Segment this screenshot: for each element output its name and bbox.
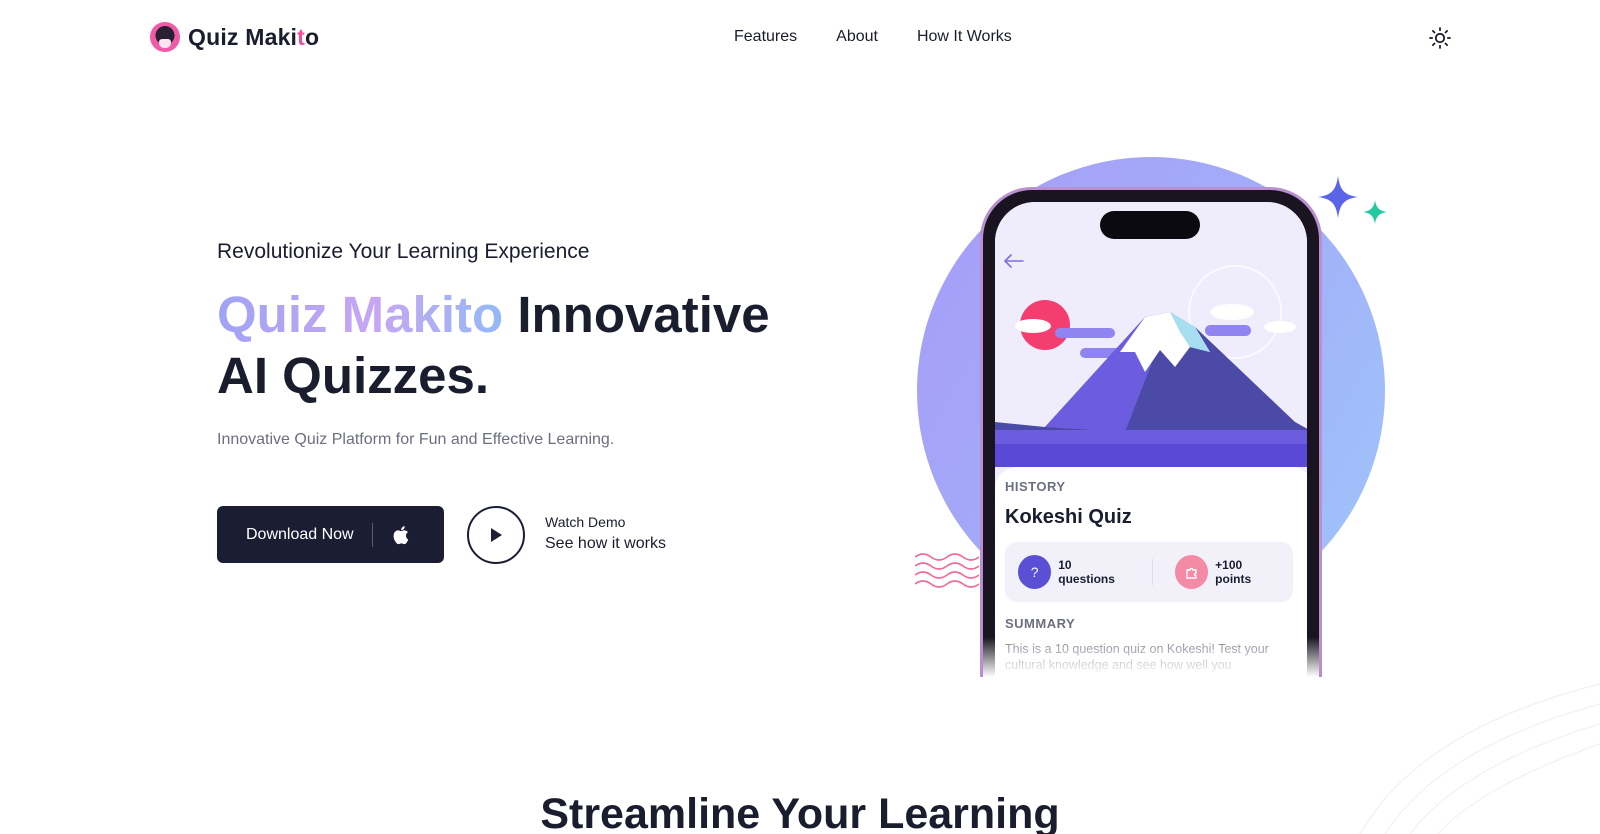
- play-icon: [491, 528, 502, 542]
- theme-toggle-button[interactable]: [1428, 26, 1452, 50]
- headline-brand: Quiz Makito: [217, 286, 504, 343]
- watch-demo-button[interactable]: [467, 506, 525, 564]
- mount-fuji-illustration: [995, 202, 1307, 467]
- questions-count: 10 questions: [1058, 558, 1115, 586]
- sparkle-small-icon: [1363, 200, 1387, 224]
- sparkle-icon: [1318, 176, 1358, 218]
- quiz-stats: ? 10 questions +100 points: [1005, 542, 1293, 602]
- button-divider: [371, 522, 373, 547]
- main-nav: Features About How It Works: [734, 28, 1012, 46]
- phone-screen: HISTORY Kokeshi Quiz ? 10 questions +100…: [995, 202, 1307, 677]
- logo-icon: [150, 22, 180, 52]
- brand-logo[interactable]: Quiz Makito: [150, 22, 319, 52]
- download-button-label: Download Now: [246, 525, 354, 543]
- watch-demo-subtitle: See how it works: [545, 535, 666, 552]
- sun-icon: [1429, 27, 1451, 49]
- questions-stat: ? 10 questions: [1018, 555, 1130, 589]
- summary-text: This is a 10 question quiz on Kokeshi! T…: [1005, 642, 1269, 672]
- apple-icon: [393, 525, 408, 544]
- hero-eyebrow: Revolutionize Your Learning Experience: [217, 240, 590, 263]
- nav-item-features[interactable]: Features: [734, 28, 797, 46]
- stats-divider: [1151, 559, 1153, 585]
- watch-demo-label: Watch Demo: [545, 514, 626, 530]
- brand-name: Quiz Makito: [188, 23, 320, 50]
- puzzle-icon: [1174, 555, 1209, 589]
- points-reward: +100 points: [1215, 558, 1252, 586]
- points-stat: +100 points: [1174, 555, 1280, 589]
- quiz-category: HISTORY: [1005, 479, 1066, 494]
- summary-heading: SUMMARY: [1005, 616, 1076, 631]
- nav-item-about[interactable]: About: [836, 28, 878, 46]
- dynamic-island: [1100, 211, 1200, 239]
- download-now-button[interactable]: Download Now: [217, 506, 444, 563]
- hero-headline: Quiz Makito Innovative AI Quizzes.: [217, 284, 817, 406]
- hero-subtext: Innovative Quiz Platform for Fun and Eff…: [217, 431, 615, 448]
- quiz-card[interactable]: HISTORY Kokeshi Quiz ? 10 questions +100…: [995, 467, 1307, 677]
- phone-mockup: HISTORY Kokeshi Quiz ? 10 questions +100…: [980, 187, 1322, 677]
- question-icon: ?: [1018, 555, 1052, 589]
- waves-icon: [915, 553, 979, 588]
- site-header: Quiz Makito Features About How It Works: [0, 0, 1600, 76]
- nav-item-how-it-works[interactable]: How It Works: [917, 28, 1012, 46]
- quiz-title: Kokeshi Quiz: [1005, 506, 1132, 528]
- back-arrow-icon[interactable]: [1004, 254, 1024, 268]
- features-section-title: Streamline Your Learning: [540, 790, 1060, 834]
